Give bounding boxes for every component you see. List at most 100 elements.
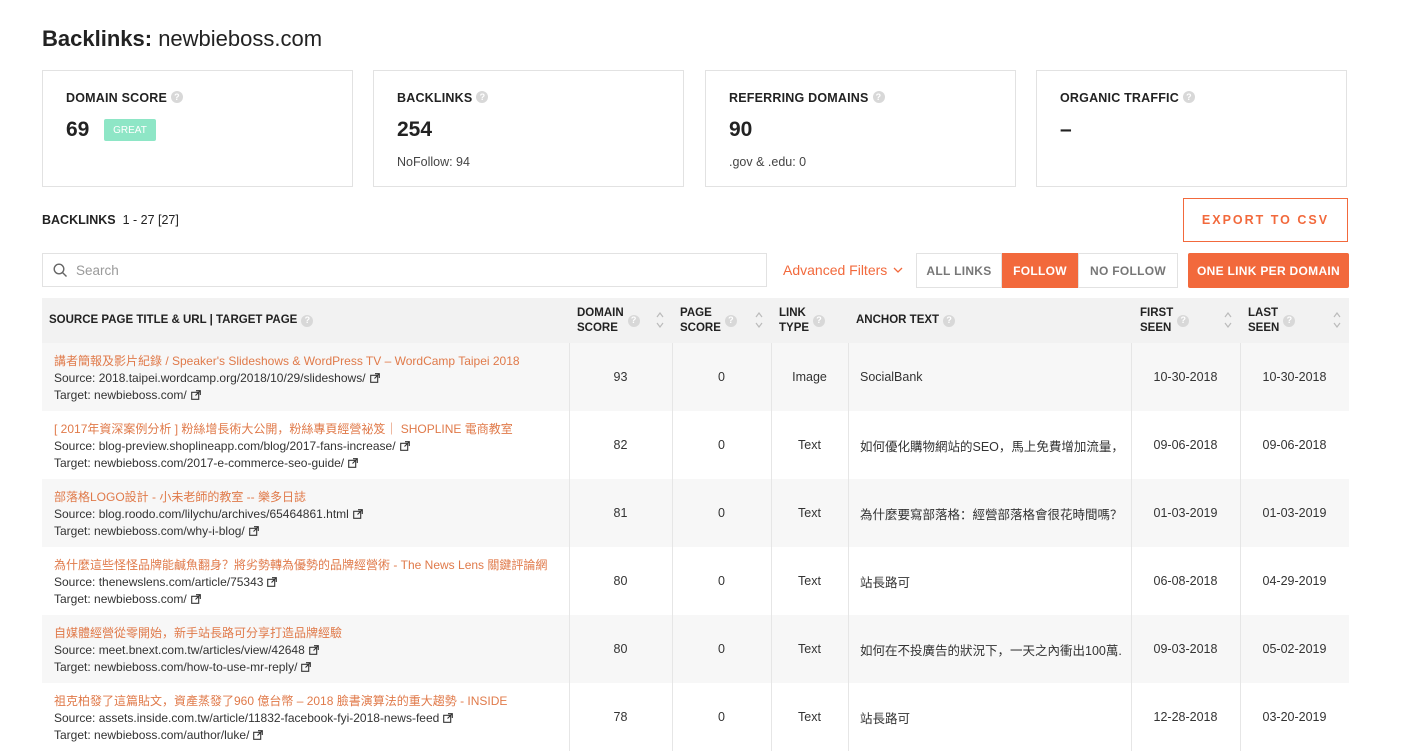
- external-link-icon[interactable]: [190, 594, 201, 604]
- link-type-cell: Text: [798, 506, 821, 520]
- last-seen-cell: 01-03-2019: [1262, 506, 1327, 520]
- link-type-cell: Image: [792, 370, 827, 384]
- help-icon[interactable]: ?: [301, 314, 314, 327]
- help-icon[interactable]: ?: [171, 91, 184, 103]
- help-icon[interactable]: ?: [1177, 314, 1190, 327]
- page-score-cell: 0: [718, 370, 725, 384]
- domain-score-card: DOMAIN SCORE? 69 GREAT: [42, 70, 353, 187]
- source-page-title-link[interactable]: 部落格LOGO設計 - 小未老師的教室 -- 樂多日誌: [54, 489, 363, 506]
- column-page-score[interactable]: PAGE SCORE?: [680, 298, 737, 343]
- last-seen-cell: 10-30-2018: [1262, 370, 1327, 384]
- page-title: Backlinks: newbieboss.com: [42, 26, 323, 51]
- target-url: Target: newbieboss.com/author/luke/: [54, 727, 507, 744]
- external-link-icon[interactable]: [253, 730, 264, 740]
- help-icon[interactable]: ?: [813, 314, 826, 327]
- anchor-text-cell: 為什麼要寫部落格：經營部落格會很花時間嗎？: [860, 507, 1122, 522]
- search-icon: [53, 262, 67, 277]
- anchor-text-cell: 站長路可: [860, 575, 911, 590]
- help-icon[interactable]: ?: [1182, 91, 1195, 103]
- help-icon[interactable]: ?: [627, 314, 640, 327]
- domain-score-cell: 80: [613, 642, 628, 656]
- column-anchor-text[interactable]: ANCHOR TEXT?: [856, 298, 956, 343]
- page-score-cell: 0: [718, 506, 725, 520]
- search-input[interactable]: [74, 261, 678, 279]
- external-link-icon[interactable]: [308, 645, 319, 655]
- sort-icon[interactable]: [755, 310, 763, 330]
- referring-domains-label: REFERRING DOMAINS: [729, 91, 869, 105]
- backlinks-card: BACKLINKS? 254 NoFollow: 94: [373, 70, 684, 187]
- target-url: Target: newbieboss.com/: [54, 591, 547, 608]
- follow-tab[interactable]: FOLLOW: [1002, 253, 1078, 288]
- target-url: Target: newbieboss.com/why-i-blog/: [54, 523, 363, 540]
- search-box: [42, 253, 767, 287]
- first-seen-cell: 10-30-2018: [1153, 370, 1218, 384]
- page-score-cell: 0: [718, 710, 725, 724]
- external-link-icon[interactable]: [348, 458, 358, 468]
- link-type-cell: Text: [798, 438, 821, 452]
- first-seen-cell: 06-08-2018: [1153, 574, 1218, 588]
- backlinks-label: BACKLINKS: [397, 91, 473, 105]
- source-url: Source: thenewslens.com/article/75343: [54, 574, 547, 591]
- column-first-seen[interactable]: FIRST SEEN?: [1140, 298, 1190, 343]
- help-icon[interactable]: ?: [476, 91, 489, 103]
- help-icon[interactable]: ?: [724, 314, 737, 327]
- link-type-cell: Text: [798, 642, 821, 656]
- source-page-title-link[interactable]: 為什麼這些怪怪品牌能鹹魚翻身？將劣勢轉為優勢的品牌經營術 - The News …: [54, 557, 547, 574]
- source-page-title-link[interactable]: 講者簡報及影片紀錄 / Speaker's Slideshows & WordP…: [54, 353, 520, 370]
- gov-edu-count: .gov & .edu: 0: [729, 155, 807, 169]
- referring-domains-value: 90: [729, 118, 753, 141]
- nofollow-count: NoFollow: 94: [397, 155, 470, 169]
- help-icon[interactable]: ?: [1283, 314, 1296, 327]
- last-seen-cell: 03-20-2019: [1262, 710, 1327, 724]
- link-type-cell: Text: [798, 574, 821, 588]
- one-link-per-domain-button[interactable]: ONE LINK PER DOMAIN: [1188, 253, 1349, 288]
- column-domain-score[interactable]: DOMAIN SCORE?: [577, 298, 640, 343]
- sort-icon[interactable]: [656, 310, 664, 330]
- source-cell: 祖克柏發了這篇貼文，資產蒸發了960 億台幣 – 2018 臉書演算法的重大趨勢…: [54, 693, 507, 744]
- backlinks-value: 254: [397, 118, 433, 141]
- export-csv-button[interactable]: EXPORT TO CSV: [1183, 198, 1348, 242]
- external-link-icon[interactable]: [369, 373, 380, 383]
- first-seen-cell: 12-28-2018: [1153, 710, 1218, 724]
- source-url: Source: 2018.taipei.wordcamp.org/2018/10…: [54, 370, 520, 387]
- no-follow-tab[interactable]: NO FOLLOW: [1078, 253, 1178, 288]
- source-cell: 自媒體經營從零開始，新手站長路可分享打造品牌經驗 Source: meet.bne…: [54, 625, 342, 676]
- table-row: 祖克柏發了這篇貼文，資產蒸發了960 億台幣 – 2018 臉書演算法的重大趨勢…: [42, 683, 1349, 751]
- advanced-filters-label: Advanced Filters: [783, 262, 888, 278]
- table-row: 部落格LOGO設計 - 小未老師的教室 -- 樂多日誌 Source: blog.…: [42, 479, 1349, 547]
- external-link-icon[interactable]: [190, 390, 201, 400]
- source-url: Source: assets.inside.com.tw/article/118…: [54, 710, 507, 727]
- external-link-icon[interactable]: [267, 577, 278, 587]
- external-link-icon[interactable]: [301, 662, 312, 672]
- source-page-title-link[interactable]: 祖克柏發了這篇貼文，資產蒸發了960 億台幣 – 2018 臉書演算法的重大趨勢…: [54, 693, 507, 710]
- sort-icon[interactable]: [1333, 310, 1341, 330]
- all-links-tab[interactable]: ALL LINKS: [916, 253, 1002, 288]
- external-link-icon[interactable]: [443, 713, 454, 723]
- sort-icon[interactable]: [1224, 310, 1232, 330]
- help-icon[interactable]: ?: [872, 91, 885, 103]
- last-seen-cell: 04-29-2019: [1262, 574, 1327, 588]
- target-url: Target: newbieboss.com/2017-e-commerce-s…: [54, 455, 513, 472]
- external-link-icon[interactable]: [248, 526, 259, 536]
- page-score-cell: 0: [718, 574, 725, 588]
- source-cell: 講者簡報及影片紀錄 / Speaker's Slideshows & WordP…: [54, 353, 520, 404]
- status-badge: GREAT: [104, 119, 156, 141]
- advanced-filters-toggle[interactable]: Advanced Filters: [783, 262, 903, 278]
- source-url: Source: meet.bnext.com.tw/articles/view/…: [54, 642, 342, 659]
- table-header: SOURCE PAGE TITLE & URL | TARGET PAGE? D…: [42, 298, 1349, 343]
- column-link-type[interactable]: LINK TYPE?: [779, 298, 826, 343]
- external-link-icon[interactable]: [399, 441, 410, 451]
- help-icon[interactable]: ?: [943, 314, 956, 327]
- anchor-text-cell: 如何在不投廣告的狀況下，一天之內衝出100萬...: [860, 643, 1122, 658]
- anchor-text-cell: SocialBank: [860, 370, 923, 384]
- column-source[interactable]: SOURCE PAGE TITLE & URL | TARGET PAGE?: [49, 298, 314, 343]
- source-page-title-link[interactable]: [ 2017年資深案例分析 ] 粉絲增長術大公開，粉絲專頁經營祕笈｜ SHOPL…: [54, 421, 513, 438]
- source-cell: 部落格LOGO設計 - 小未老師的教室 -- 樂多日誌 Source: blog.…: [54, 489, 363, 540]
- first-seen-cell: 09-06-2018: [1153, 438, 1218, 452]
- domain-score-value: 69: [66, 118, 90, 141]
- source-page-title-link[interactable]: 自媒體經營從零開始，新手站長路可分享打造品牌經驗: [54, 625, 342, 642]
- first-seen-cell: 01-03-2019: [1153, 506, 1218, 520]
- domain-score-label: DOMAIN SCORE: [66, 91, 168, 105]
- external-link-icon[interactable]: [352, 509, 363, 519]
- column-last-seen[interactable]: LAST SEEN?: [1248, 298, 1296, 343]
